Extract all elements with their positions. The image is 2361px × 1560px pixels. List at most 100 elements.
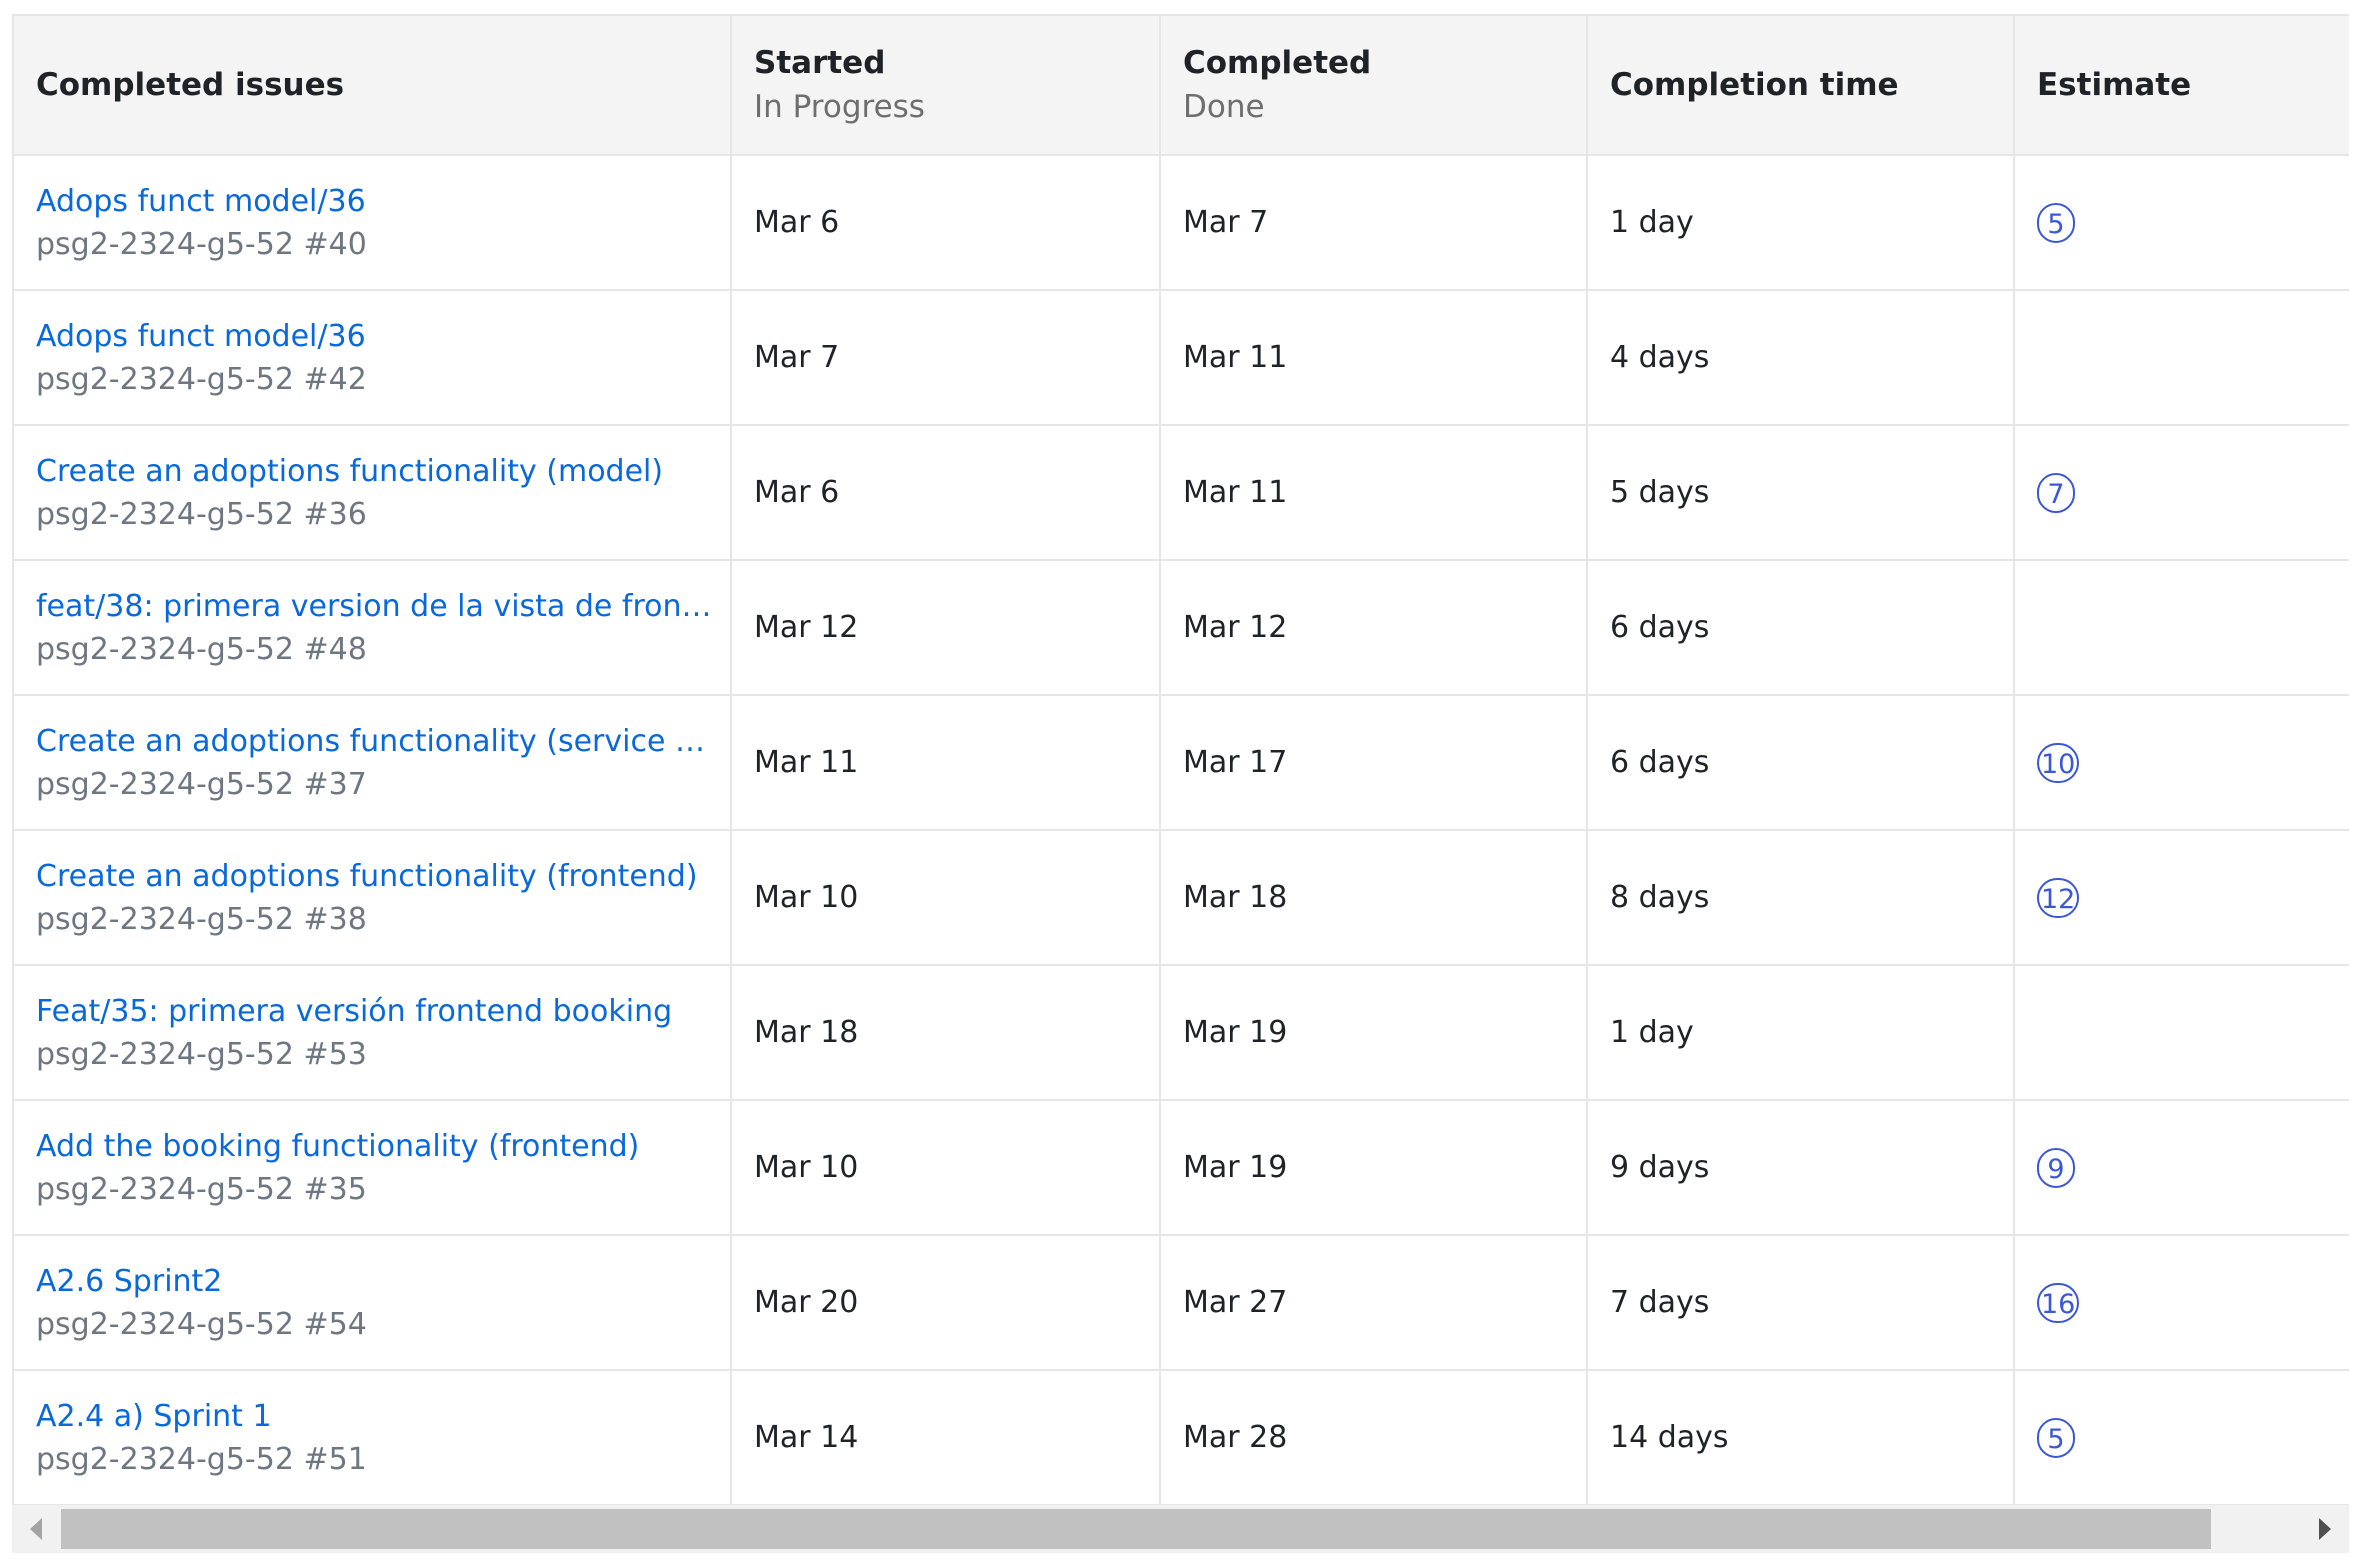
issue-title-link[interactable]: feat/38: primera version de la vista de … xyxy=(36,589,712,624)
header-completed-issues-label: Completed issues xyxy=(36,67,345,103)
completed-cell: Mar 19 xyxy=(1159,1099,1588,1236)
completed-date: Mar 28 xyxy=(1183,1420,1288,1455)
header-completed-issues: Completed issues xyxy=(12,14,732,156)
completed-date: Mar 11 xyxy=(1183,340,1288,375)
estimate-cell: 10 xyxy=(2013,694,2349,831)
completed-cell: Mar 11 xyxy=(1159,289,1588,426)
issue-title-link[interactable]: Create an adoptions functionality (front… xyxy=(36,859,712,894)
started-date: Mar 12 xyxy=(754,610,859,645)
completion-time-cell: 8 days xyxy=(1586,829,2015,966)
table-row: Create an adoptions functionality (model… xyxy=(12,424,2349,561)
completion-time-cell: 5 days xyxy=(1586,424,2015,561)
scroll-right-button[interactable] xyxy=(2301,1505,2349,1553)
table-row: Adops funct model/36 psg2-2324-g5-52 #40… xyxy=(12,154,2349,291)
horizontal-scrollbar[interactable] xyxy=(12,1505,2349,1553)
header-completion-time: Completion time xyxy=(1586,14,2015,156)
issue-reference: psg2-2324-g5-52 #36 xyxy=(36,496,367,532)
table-row: A2.4 a) Sprint 1 psg2-2324-g5-52 #51 Mar… xyxy=(12,1369,2349,1506)
header-completed-status: Done xyxy=(1183,89,1265,125)
started-cell: Mar 18 xyxy=(730,964,1161,1101)
started-date: Mar 6 xyxy=(754,475,840,510)
completed-cell: Mar 28 xyxy=(1159,1369,1588,1506)
issue-title-link[interactable]: Create an adoptions functionality (servi… xyxy=(36,724,712,759)
header-completed-label: Completed xyxy=(1183,45,1372,81)
table-row: feat/38: primera version de la vista de … xyxy=(12,559,2349,696)
issue-cell: Create an adoptions functionality (front… xyxy=(12,829,732,966)
issue-reference: psg2-2324-g5-52 #37 xyxy=(36,766,367,802)
started-date: Mar 20 xyxy=(754,1285,859,1320)
completed-date: Mar 12 xyxy=(1183,610,1288,645)
completion-time-value: 4 days xyxy=(1610,340,1710,375)
issue-cell: Adops funct model/36 psg2-2324-g5-52 #40 xyxy=(12,154,732,291)
started-date: Mar 11 xyxy=(754,745,859,780)
issue-title-link[interactable]: A2.4 a) Sprint 1 xyxy=(36,1399,712,1434)
table-header: Completed issues Started In Progress Com… xyxy=(12,14,2349,156)
completion-time-cell: 14 days xyxy=(1586,1369,2015,1506)
completion-time-cell: 1 day xyxy=(1586,964,2015,1101)
header-started: Started In Progress xyxy=(730,14,1161,156)
table-row: Feat/35: primera versión frontend bookin… xyxy=(12,964,2349,1101)
completion-time-value: 1 day xyxy=(1610,1015,1694,1050)
issue-title-link[interactable]: A2.6 Sprint2 xyxy=(36,1264,712,1299)
started-cell: Mar 10 xyxy=(730,829,1161,966)
estimate-cell: 16 xyxy=(2013,1234,2349,1371)
completed-date: Mar 7 xyxy=(1183,205,1269,240)
started-date: Mar 7 xyxy=(754,340,840,375)
header-completion-time-label: Completion time xyxy=(1610,67,1899,103)
completed-cell: Mar 17 xyxy=(1159,694,1588,831)
table-row: Add the booking functionality (frontend)… xyxy=(12,1099,2349,1236)
started-cell: Mar 12 xyxy=(730,559,1161,696)
table-row: A2.6 Sprint2 psg2-2324-g5-52 #54 Mar 20 … xyxy=(12,1234,2349,1371)
scroll-left-button[interactable] xyxy=(12,1505,60,1553)
completed-cell: Mar 27 xyxy=(1159,1234,1588,1371)
header-row: Completed issues Started In Progress Com… xyxy=(12,14,2349,156)
started-cell: Mar 10 xyxy=(730,1099,1161,1236)
estimate-cell: 9 xyxy=(2013,1099,2349,1236)
completed-date: Mar 19 xyxy=(1183,1150,1288,1185)
scroll-left-arrow-icon xyxy=(30,1518,42,1540)
estimate-badge: 5 xyxy=(2037,202,2075,243)
issue-reference: psg2-2324-g5-52 #48 xyxy=(36,631,367,667)
estimate-cell: 5 xyxy=(2013,1369,2349,1506)
issue-title-link[interactable]: Adops funct model/36 xyxy=(36,319,712,354)
completion-time-value: 7 days xyxy=(1610,1285,1710,1320)
header-estimate: Estimate xyxy=(2013,14,2349,156)
header-started-label: Started xyxy=(754,45,886,81)
completed-date: Mar 19 xyxy=(1183,1015,1288,1050)
issue-reference: psg2-2324-g5-52 #54 xyxy=(36,1306,367,1342)
issue-cell: feat/38: primera version de la vista de … xyxy=(12,559,732,696)
issue-cell: Feat/35: primera versión frontend bookin… xyxy=(12,964,732,1101)
header-estimate-label: Estimate xyxy=(2037,67,2192,103)
issue-title-link[interactable]: Feat/35: primera versión frontend bookin… xyxy=(36,994,712,1029)
completed-issues-table: Completed issues Started In Progress Com… xyxy=(12,14,2349,1506)
completion-time-value: 9 days xyxy=(1610,1150,1710,1185)
scroll-right-arrow-icon xyxy=(2319,1518,2331,1540)
completion-time-cell: 4 days xyxy=(1586,289,2015,426)
issue-reference: psg2-2324-g5-52 #40 xyxy=(36,226,367,262)
completion-time-cell: 1 day xyxy=(1586,154,2015,291)
estimate-cell: 7 xyxy=(2013,424,2349,561)
completed-cell: Mar 11 xyxy=(1159,424,1588,561)
issue-cell: A2.4 a) Sprint 1 psg2-2324-g5-52 #51 xyxy=(12,1369,732,1506)
estimate-badge: 12 xyxy=(2037,877,2080,918)
issue-title-link[interactable]: Create an adoptions functionality (model… xyxy=(36,454,712,489)
completion-time-cell: 6 days xyxy=(1586,559,2015,696)
started-date: Mar 10 xyxy=(754,1150,859,1185)
started-cell: Mar 6 xyxy=(730,154,1161,291)
issue-title-link[interactable]: Add the booking functionality (frontend) xyxy=(36,1129,712,1164)
completed-cell: Mar 19 xyxy=(1159,964,1588,1101)
started-cell: Mar 20 xyxy=(730,1234,1161,1371)
started-cell: Mar 14 xyxy=(730,1369,1161,1506)
issue-reference: psg2-2324-g5-52 #35 xyxy=(36,1171,367,1207)
completion-time-value: 14 days xyxy=(1610,1420,1729,1455)
started-date: Mar 14 xyxy=(754,1420,859,1455)
estimate-cell: 5 xyxy=(2013,154,2349,291)
issue-title-link[interactable]: Adops funct model/36 xyxy=(36,184,712,219)
started-date: Mar 18 xyxy=(754,1015,859,1050)
completed-cell: Mar 12 xyxy=(1159,559,1588,696)
table-body: Adops funct model/36 psg2-2324-g5-52 #40… xyxy=(12,154,2349,1506)
scrollbar-thumb[interactable] xyxy=(61,1509,2211,1549)
issue-cell: Create an adoptions functionality (servi… xyxy=(12,694,732,831)
completion-time-cell: 7 days xyxy=(1586,1234,2015,1371)
completion-time-value: 5 days xyxy=(1610,475,1710,510)
